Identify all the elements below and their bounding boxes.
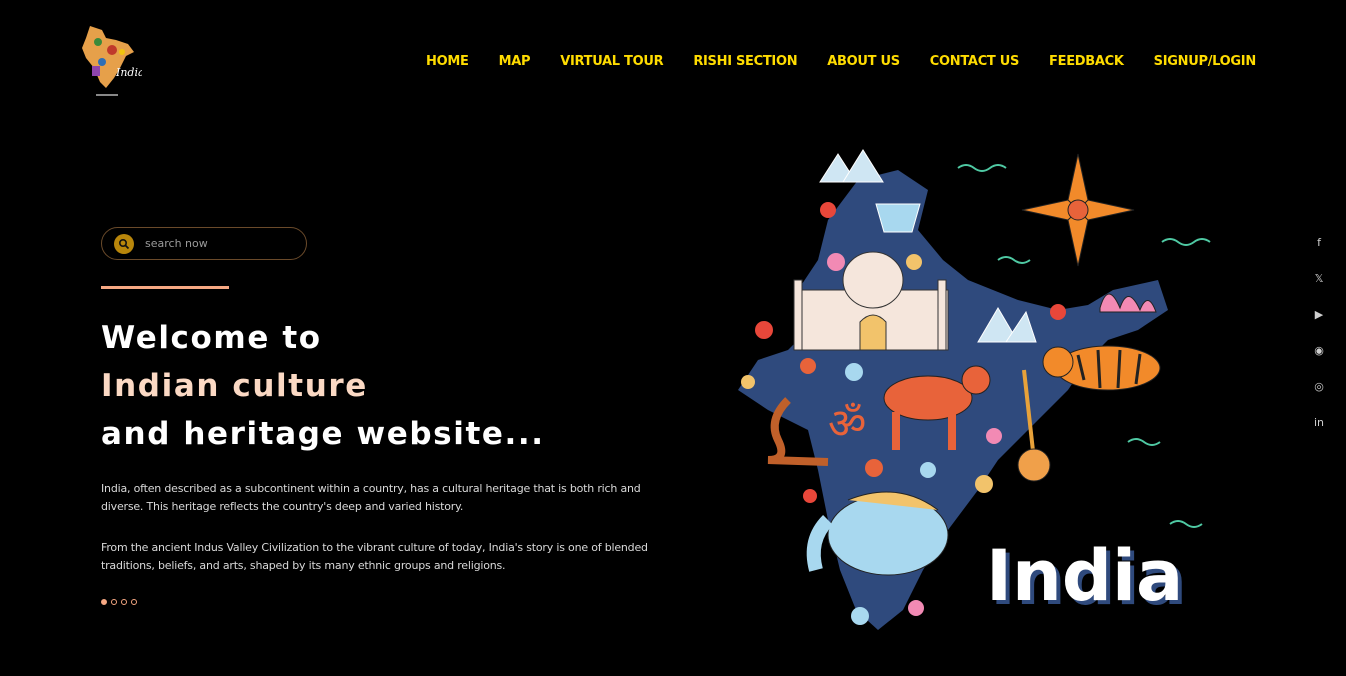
page: India HOME MAP VIRTUAL TOUR RISHI SECTIO… [0,0,1346,676]
slider-dot-3[interactable] [121,599,127,605]
india-map-logo-icon: India [82,26,145,96]
svg-text:India: India [115,66,142,79]
search-icon [118,238,130,249]
slider-dots [101,599,137,605]
search-button[interactable] [114,233,134,254]
svg-text:ॐ: ॐ [828,399,866,448]
nav-signup-login[interactable]: SIGNUP/LOGIN [1154,54,1257,69]
facebook-icon[interactable]: f [1311,234,1327,250]
nav-map[interactable]: MAP [499,54,531,69]
slider-dot-4[interactable] [131,599,137,605]
slider-dot-2[interactable] [111,599,117,605]
main-nav: HOME MAP VIRTUAL TOUR RISHI SECTION ABOU… [426,54,1256,69]
headline-line-3: and heritage website... [101,416,545,452]
search-bar [101,227,307,260]
search-input[interactable] [143,236,297,251]
nav-feedback[interactable]: FEEDBACK [1049,54,1124,69]
youtube-icon[interactable]: ▶ [1311,306,1327,322]
instagram-icon[interactable]: ◎ [1311,378,1327,394]
hero-paragraph-2: From the ancient Indus Valley Civilizati… [101,541,648,572]
headline-line-2: Indian culture [101,368,368,404]
nav-virtual-tour[interactable]: VIRTUAL TOUR [560,54,663,69]
linkedin-icon[interactable]: in [1311,414,1327,430]
slider-dot-1[interactable] [101,599,107,605]
nav-contact-us[interactable]: CONTACT US [930,54,1020,69]
india-culture-map-illustration: ॐ India India [728,140,1228,640]
nav-home[interactable]: HOME [426,54,469,69]
accent-divider [101,286,229,289]
site-logo[interactable]: India [76,22,145,102]
nav-rishi-section[interactable]: RISHI SECTION [693,54,797,69]
headline-line-1: Welcome to [101,320,322,356]
social-links: f 𝕏 ▶ ◉ ◎ in [1311,234,1327,430]
india-caption-text: India [986,535,1183,617]
x-twitter-icon[interactable]: 𝕏 [1311,270,1327,286]
nav-about-us[interactable]: ABOUT US [827,54,900,69]
discord-icon[interactable]: ◉ [1311,342,1327,358]
hero-paragraph-1: India, often described as a subcontinent… [101,482,641,513]
hero-headline: Welcome to Indian culture and heritage w… [101,314,545,458]
